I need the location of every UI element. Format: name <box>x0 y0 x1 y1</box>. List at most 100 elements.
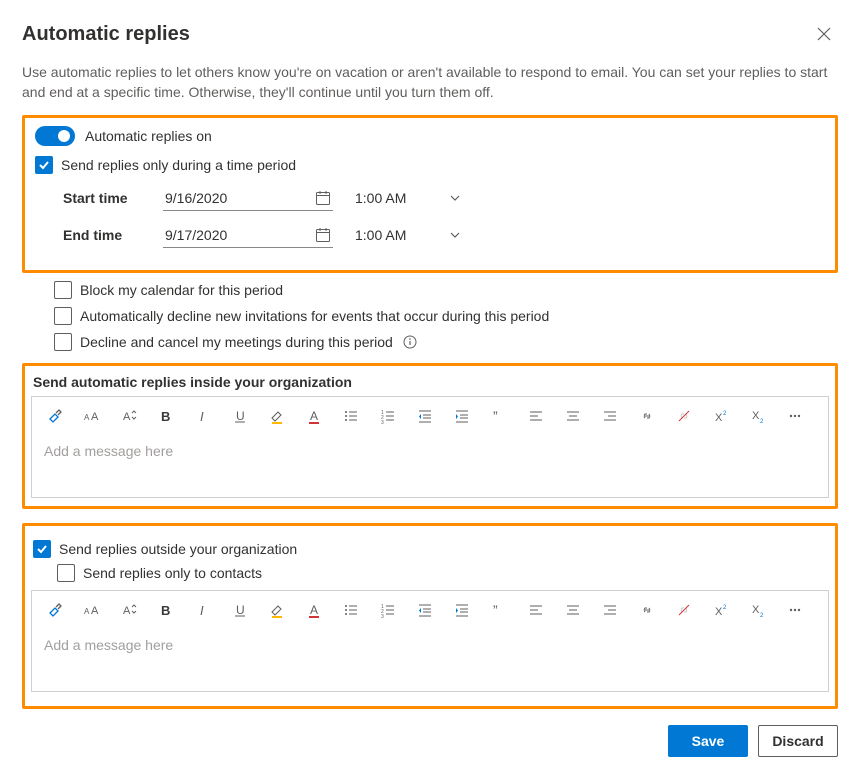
decline-new-label: Automatically decline new invitations fo… <box>80 308 549 324</box>
check-icon <box>38 159 50 171</box>
numbered-list-icon[interactable]: 123 <box>377 405 399 427</box>
decrease-indent-icon[interactable] <box>414 405 436 427</box>
chevron-down-icon <box>449 192 461 204</box>
svg-text:B: B <box>161 603 170 618</box>
schedule-section: Automatic replies on Send replies only d… <box>22 115 838 273</box>
svg-text:U: U <box>236 603 245 617</box>
outside-org-editor: AA A B I U A 123 ” X2 X2 <box>31 590 829 692</box>
subscript-icon[interactable]: X2 <box>747 405 769 427</box>
align-right-icon[interactable] <box>599 405 621 427</box>
svg-text:A: A <box>91 605 99 617</box>
svg-text:”: ” <box>493 602 498 618</box>
save-button[interactable]: Save <box>668 725 748 757</box>
outside-org-section: Send replies outside your organization S… <box>22 523 838 709</box>
contacts-only-checkbox[interactable] <box>57 564 75 582</box>
underline-icon[interactable]: U <box>229 405 251 427</box>
superscript-icon[interactable]: X2 <box>710 405 732 427</box>
inside-org-toolbar: AA A B I U A 123 ” X2 X2 <box>32 397 828 435</box>
align-left-icon[interactable] <box>525 599 547 621</box>
highlight-icon[interactable] <box>266 405 288 427</box>
time-period-checkbox[interactable] <box>35 156 53 174</box>
quote-icon[interactable]: ” <box>488 405 510 427</box>
link-icon[interactable] <box>636 405 658 427</box>
bold-icon[interactable]: B <box>155 599 177 621</box>
svg-text:”: ” <box>493 408 498 424</box>
align-center-icon[interactable] <box>562 405 584 427</box>
decline-cancel-checkbox[interactable] <box>54 333 72 351</box>
superscript-icon[interactable]: X2 <box>710 599 732 621</box>
svg-text:X: X <box>752 604 760 616</box>
svg-text:X: X <box>715 606 723 618</box>
calendar-icon <box>315 190 331 206</box>
svg-text:A: A <box>84 607 90 616</box>
discard-button[interactable]: Discard <box>758 725 838 757</box>
increase-indent-icon[interactable] <box>451 405 473 427</box>
end-time-input[interactable]: 1:00 AM <box>353 223 463 247</box>
italic-icon[interactable]: I <box>192 599 214 621</box>
underline-icon[interactable]: U <box>229 599 251 621</box>
inside-org-textarea[interactable]: Add a message here <box>32 435 828 497</box>
align-right-icon[interactable] <box>599 599 621 621</box>
decline-new-checkbox[interactable] <box>54 307 72 325</box>
calendar-icon <box>315 227 331 243</box>
close-icon <box>817 27 831 41</box>
end-time-value: 1:00 AM <box>355 227 406 243</box>
bulleted-list-icon[interactable] <box>340 405 362 427</box>
close-button[interactable] <box>810 20 838 48</box>
automatic-replies-toggle[interactable] <box>35 126 75 146</box>
outside-org-label: Send replies outside your organization <box>59 541 297 557</box>
svg-text:2: 2 <box>760 613 764 618</box>
subscript-icon[interactable]: X2 <box>747 599 769 621</box>
unlink-icon[interactable] <box>673 405 695 427</box>
outside-org-textarea[interactable]: Add a message here <box>32 629 828 691</box>
contacts-only-label: Send replies only to contacts <box>83 565 262 581</box>
svg-text:3: 3 <box>381 420 384 424</box>
check-icon <box>36 543 48 555</box>
align-center-icon[interactable] <box>562 599 584 621</box>
info-icon[interactable] <box>403 335 417 349</box>
svg-text:A: A <box>310 409 318 423</box>
start-date-input[interactable]: 9/16/2020 <box>163 186 333 211</box>
format-painter-icon[interactable] <box>44 405 66 427</box>
svg-text:3: 3 <box>381 614 384 618</box>
font-icon[interactable]: AA <box>81 599 103 621</box>
font-icon[interactable]: AA <box>81 405 103 427</box>
svg-text:A: A <box>91 411 99 423</box>
svg-text:2: 2 <box>760 419 764 424</box>
bold-icon[interactable]: B <box>155 405 177 427</box>
end-time-label: End time <box>63 227 143 243</box>
more-options-icon[interactable] <box>784 599 806 621</box>
quote-icon[interactable]: ” <box>488 599 510 621</box>
start-date-value: 9/16/2020 <box>165 190 227 206</box>
bulleted-list-icon[interactable] <box>340 599 362 621</box>
increase-indent-icon[interactable] <box>451 599 473 621</box>
font-color-icon[interactable]: A <box>303 599 325 621</box>
svg-text:2: 2 <box>723 605 727 611</box>
svg-text:U: U <box>236 409 245 423</box>
svg-text:X: X <box>752 410 760 422</box>
font-color-icon[interactable]: A <box>303 405 325 427</box>
format-painter-icon[interactable] <box>44 599 66 621</box>
unlink-icon[interactable] <box>673 599 695 621</box>
link-icon[interactable] <box>636 599 658 621</box>
end-date-input[interactable]: 9/17/2020 <box>163 223 333 248</box>
block-calendar-label: Block my calendar for this period <box>80 282 283 298</box>
outside-org-checkbox[interactable] <box>33 540 51 558</box>
numbered-list-icon[interactable]: 123 <box>377 599 399 621</box>
svg-text:A: A <box>123 605 131 617</box>
svg-text:B: B <box>161 409 170 424</box>
align-left-icon[interactable] <box>525 405 547 427</box>
decrease-indent-icon[interactable] <box>414 599 436 621</box>
font-size-icon[interactable]: A <box>118 599 140 621</box>
svg-text:A: A <box>310 603 318 617</box>
svg-text:I: I <box>200 603 204 618</box>
time-period-label: Send replies only during a time period <box>61 157 296 173</box>
italic-icon[interactable]: I <box>192 405 214 427</box>
more-options-icon[interactable] <box>784 405 806 427</box>
start-time-input[interactable]: 1:00 AM <box>353 186 463 210</box>
decline-cancel-label: Decline and cancel my meetings during th… <box>80 334 393 350</box>
font-size-icon[interactable]: A <box>118 405 140 427</box>
inside-org-section: Send automatic replies inside your organ… <box>22 363 838 509</box>
block-calendar-checkbox[interactable] <box>54 281 72 299</box>
highlight-icon[interactable] <box>266 599 288 621</box>
